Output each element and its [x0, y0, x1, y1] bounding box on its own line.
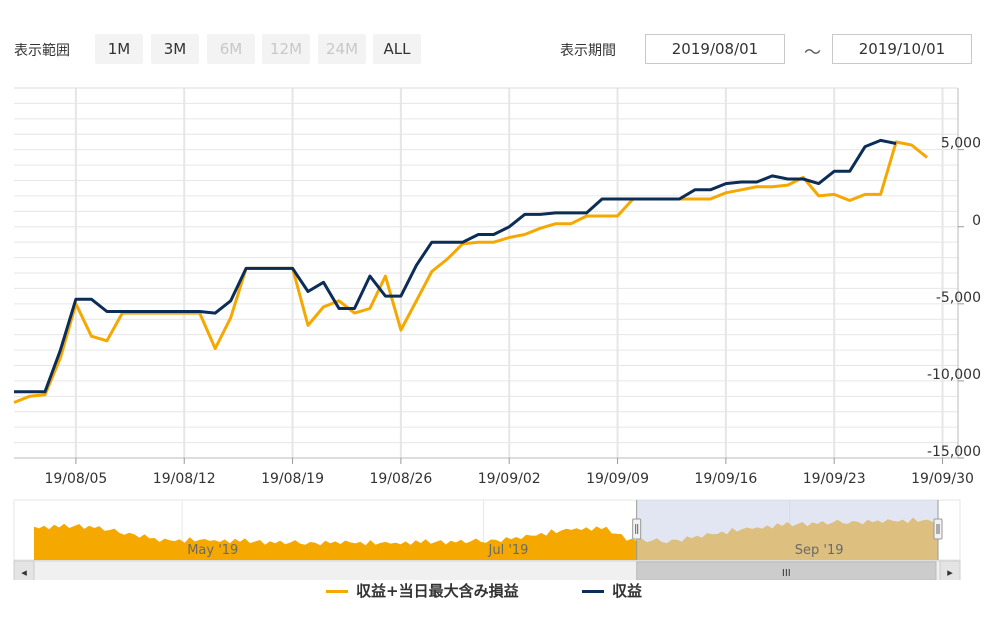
- x-tick-label: 19/09/02: [478, 471, 541, 487]
- nav-label: Jul '19: [488, 543, 529, 558]
- x-tick-label: 19/08/26: [369, 471, 432, 487]
- series-lines: [13, 138, 928, 404]
- scrollbar[interactable]: ◂ III ▸: [13, 560, 961, 580]
- y-tick-label: 0: [972, 213, 981, 229]
- x-tick-label: 19/08/12: [153, 471, 216, 487]
- x-tick-label: 19/09/23: [803, 471, 866, 487]
- y-tick-label: 5,000: [941, 136, 981, 152]
- y-tick-label: -5,000: [936, 290, 981, 306]
- nav-handle-grip[interactable]: [632, 518, 642, 540]
- legend-label-series-b: 収益: [612, 582, 643, 600]
- scroll-right-arrow-icon: ▸: [947, 566, 953, 579]
- y-tick-label: -15,000: [927, 444, 981, 460]
- x-tick-label: 19/08/05: [44, 471, 107, 487]
- chart: 5,0000-5,000-10,000-15,000 19/08/05 19/08…: [13, 87, 981, 580]
- nav-label: Sep '19: [795, 543, 844, 558]
- scroll-left-arrow-icon: ◂: [21, 566, 27, 579]
- legend-label-series-a: 収益+当日最大含み損益: [356, 582, 519, 600]
- x-tick-label: 19/09/09: [586, 471, 649, 487]
- x-tick-label: 19/09/30: [911, 471, 974, 487]
- nav-label: May '19: [187, 543, 238, 558]
- scrollbar-grip-icon: III: [782, 568, 791, 579]
- series-line-b: [14, 138, 897, 394]
- nav-handle-grip[interactable]: [933, 518, 943, 540]
- x-tick-label: 19/08/19: [261, 471, 324, 487]
- legend-swatch-series-b: [582, 590, 604, 593]
- legend: 収益+当日最大含み損益 収益: [0, 580, 986, 602]
- legend-swatch-series-a: [326, 590, 348, 593]
- y-tick-label: -10,000: [927, 367, 981, 383]
- navigator-selected-range[interactable]: [636, 500, 938, 560]
- navigator[interactable]: May '19 Jul '19 Sep '19: [13, 499, 961, 561]
- minor-gridlines: [14, 87, 958, 459]
- x-tick-label: 19/09/16: [694, 471, 757, 487]
- series-line-a: [13, 140, 928, 404]
- x-axis-ticks: 19/08/05 19/08/12 19/08/19 19/08/26 19/09/02…: [44, 458, 974, 487]
